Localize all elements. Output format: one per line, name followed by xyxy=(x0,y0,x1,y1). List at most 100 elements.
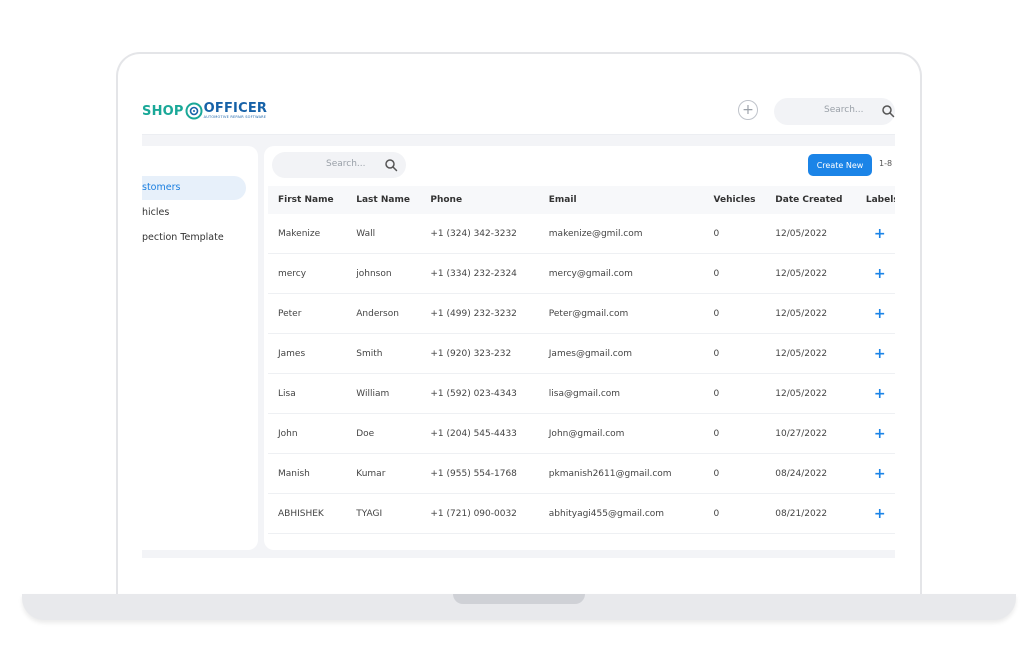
phone-cell: +1 (721) 090-0032 xyxy=(420,493,539,534)
phone-cell: +1 (324) 342-3232 xyxy=(420,214,539,254)
last-name-cell: William xyxy=(346,373,421,414)
labels-cell: + xyxy=(855,413,895,454)
phone-cell: +1 (955) 554-1768 xyxy=(420,453,539,494)
email-cell: Peter@gmail.com xyxy=(538,293,704,334)
search-icon[interactable] xyxy=(384,158,398,172)
labels-cell: + xyxy=(855,253,895,294)
last-name-cell: Anderson xyxy=(346,293,421,334)
email-cell: mercy@gmail.com xyxy=(538,253,704,294)
date-created-cell: 08/21/2022 xyxy=(765,493,856,534)
column-header-date-created[interactable]: Date Created xyxy=(765,186,856,214)
logo-tagline: AUTOMOTIVE REPAIR SOFTWARE xyxy=(203,115,267,120)
top-bar: SHOP OFFICER AUTOMOTIVE REPAIR SOFTWARE … xyxy=(142,88,895,135)
phone-cell: +1 (204) 545-4433 xyxy=(420,413,539,454)
table-row[interactable]: James Smith +1 (920) 323-232 James@gmail.co… xyxy=(268,333,895,374)
column-header-labels[interactable]: Labels xyxy=(855,186,895,214)
first-name-cell: ABHISHEK xyxy=(268,493,347,534)
add-label-plus-icon[interactable]: + xyxy=(866,427,886,441)
sidebar-item-vehicles[interactable]: hicles xyxy=(142,201,169,225)
app-screen: SHOP OFFICER AUTOMOTIVE REPAIR SOFTWARE … xyxy=(142,88,895,558)
add-label-plus-icon[interactable]: + xyxy=(866,467,886,481)
sidebar-item-customers[interactable]: stomers xyxy=(142,176,246,200)
table-row[interactable]: Makenize Wall +1 (324) 342-3232 makenize@gm… xyxy=(268,214,895,254)
header-search-input[interactable]: Search... xyxy=(774,98,895,125)
add-label-plus-icon[interactable]: + xyxy=(866,347,886,361)
table-row[interactable]: Manish Kumar +1 (955) 554-1768 pkmanish2611… xyxy=(268,453,895,494)
logo[interactable]: SHOP OFFICER AUTOMOTIVE REPAIR SOFTWARE xyxy=(142,100,267,122)
date-created-cell: 08/24/2022 xyxy=(765,453,856,494)
first-name-cell: mercy xyxy=(268,253,347,294)
column-header-first-name[interactable]: First Name xyxy=(268,186,347,214)
last-name-cell: Smith xyxy=(346,333,421,374)
create-new-button[interactable]: Create New xyxy=(808,154,872,176)
table-row[interactable]: ABHISHEK TYAGI +1 (721) 090-0032 abhityagi4… xyxy=(268,493,895,534)
phone-cell: +1 (592) 023-4343 xyxy=(420,373,539,414)
first-name-cell: Peter xyxy=(268,293,347,334)
logo-officer-text: OFFICER xyxy=(203,101,268,117)
date-created-cell: 12/05/2022 xyxy=(765,293,856,334)
add-label-plus-icon[interactable]: + xyxy=(866,307,886,321)
add-circle-button[interactable]: + xyxy=(738,100,758,120)
header-search-placeholder: Search... xyxy=(824,105,864,115)
vehicles-cell: 0 xyxy=(703,453,766,494)
labels-cell: + xyxy=(855,214,895,254)
table-row[interactable]: Peter Anderson +1 (499) 232-3232 Peter@gmai… xyxy=(268,293,895,334)
logo-shop-text: SHOP xyxy=(142,103,184,119)
table-search-input[interactable]: Search... xyxy=(272,152,406,178)
sidebar: stomers hicles pection Template xyxy=(142,146,258,550)
labels-cell: + xyxy=(855,333,895,374)
first-name-cell: Manish xyxy=(268,453,347,494)
email-cell: abhityagi455@gmail.com xyxy=(538,493,704,534)
labels-cell: + xyxy=(855,493,895,534)
first-name-cell: Makenize xyxy=(268,214,347,254)
last-name-cell: TYAGI xyxy=(346,493,421,534)
vehicles-cell: 0 xyxy=(703,253,766,294)
date-created-cell: 12/05/2022 xyxy=(765,333,856,374)
last-name-cell: Wall xyxy=(346,214,421,254)
customers-table: First Name Last Name Phone Email Vehicle… xyxy=(268,186,895,534)
vehicles-cell: 0 xyxy=(703,214,766,254)
add-label-plus-icon[interactable]: + xyxy=(866,227,886,241)
vehicles-cell: 0 xyxy=(703,413,766,454)
email-cell: lisa@gmail.com xyxy=(538,373,704,414)
wheel-icon xyxy=(185,102,203,120)
table-row[interactable]: mercy johnson +1 (334) 232-2324 mercy@gmail… xyxy=(268,253,895,294)
add-label-plus-icon[interactable]: + xyxy=(866,387,886,401)
last-name-cell: Kumar xyxy=(346,453,421,494)
vehicles-cell: 0 xyxy=(703,493,766,534)
column-header-phone[interactable]: Phone xyxy=(420,186,539,214)
sidebar-item-inspection-template[interactable]: pection Template xyxy=(142,226,224,250)
date-created-cell: 12/05/2022 xyxy=(765,373,856,414)
add-label-plus-icon[interactable]: + xyxy=(866,507,886,521)
vehicles-cell: 0 xyxy=(703,293,766,334)
last-name-cell: johnson xyxy=(346,253,421,294)
table-row[interactable]: John Doe +1 (204) 545-4433 John@gmail.com 0 1… xyxy=(268,413,895,454)
vehicles-cell: 0 xyxy=(703,373,766,414)
search-icon[interactable] xyxy=(881,104,895,118)
email-cell: pkmanish2611@gmail.com xyxy=(538,453,704,494)
email-cell: James@gmail.com xyxy=(538,333,704,374)
pagination-range: 1-8 xyxy=(879,159,893,168)
laptop-notch xyxy=(453,594,585,604)
add-label-plus-icon[interactable]: + xyxy=(866,267,886,281)
date-created-cell: 12/05/2022 xyxy=(765,214,856,254)
first-name-cell: Lisa xyxy=(268,373,347,414)
column-header-last-name[interactable]: Last Name xyxy=(346,186,421,214)
date-created-cell: 10/27/2022 xyxy=(765,413,856,454)
labels-cell: + xyxy=(855,453,895,494)
labels-cell: + xyxy=(855,373,895,414)
email-cell: John@gmail.com xyxy=(538,413,704,454)
table-row[interactable]: Lisa William +1 (592) 023-4343 lisa@gmail.c… xyxy=(268,373,895,414)
last-name-cell: Doe xyxy=(346,413,421,454)
email-cell: makenize@gmil.com xyxy=(538,214,704,254)
labels-cell: + xyxy=(855,293,895,334)
phone-cell: +1 (334) 232-2324 xyxy=(420,253,539,294)
column-header-vehicles[interactable]: Vehicles xyxy=(703,186,766,214)
first-name-cell: John xyxy=(268,413,347,454)
table-header-row: First Name Last Name Phone Email Vehicle… xyxy=(268,186,895,214)
table-search-placeholder: Search... xyxy=(326,159,366,169)
column-header-email[interactable]: Email xyxy=(538,186,704,214)
date-created-cell: 12/05/2022 xyxy=(765,253,856,294)
phone-cell: +1 (920) 323-232 xyxy=(420,333,539,374)
phone-cell: +1 (499) 232-3232 xyxy=(420,293,539,334)
